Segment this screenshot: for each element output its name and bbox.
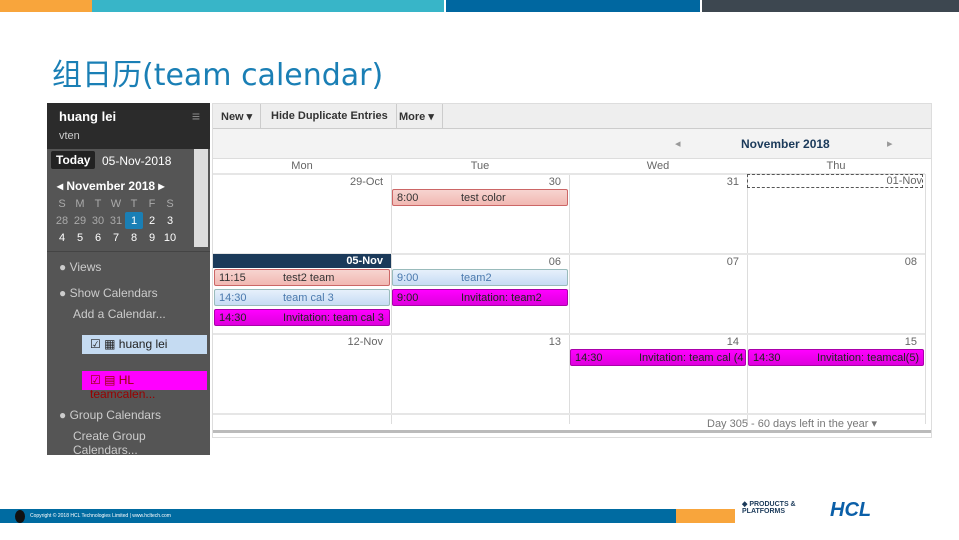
more-button[interactable]: More ▾ xyxy=(391,104,443,129)
day-header: Tue xyxy=(470,160,490,172)
month-nav: ◂ November 2018 ▸ xyxy=(213,129,931,159)
day-header: Wed xyxy=(646,160,670,172)
mini-day[interactable]: 8 xyxy=(125,229,143,246)
user-name: huang lei xyxy=(59,109,117,124)
toolbar: New ▾ Hide Duplicate Entries More ▾ xyxy=(213,104,931,129)
top-bar-orange xyxy=(0,0,92,12)
next-month-icon[interactable]: ▸ xyxy=(155,179,164,193)
date-label[interactable]: 29-Oct xyxy=(213,176,383,188)
today-button[interactable]: Today xyxy=(51,151,96,169)
top-bar-dark xyxy=(702,0,959,12)
prev-icon[interactable]: ◂ xyxy=(675,137,681,150)
event[interactable]: 14:30 team cal 3 xyxy=(214,289,390,306)
mini-day[interactable]: 2 xyxy=(143,212,161,229)
event[interactable]: 9:00 Invitation: team2 xyxy=(392,289,568,306)
views-label: Views xyxy=(69,260,102,274)
mini-day[interactable]: 5 xyxy=(71,229,89,246)
next-icon[interactable]: ▸ xyxy=(887,137,893,150)
calendar-view: New ▾ Hide Duplicate Entries More ▾ ◂ No… xyxy=(212,103,932,438)
mini-day[interactable]: 1 xyxy=(125,212,143,229)
day-header: Thu xyxy=(826,160,846,172)
mini-day[interactable]: 3 xyxy=(161,212,179,229)
mini-day[interactable]: 28 xyxy=(53,212,71,229)
weekday-label: T xyxy=(130,197,138,210)
date-label[interactable]: 30 xyxy=(391,176,561,188)
date-label[interactable]: 05-Nov xyxy=(213,255,383,267)
mini-calendar: S M T W T F S 28 29 30 31 1 2 3 4 5 6 7 8 9 10 xyxy=(53,195,179,246)
weekday-label: T xyxy=(94,197,102,210)
footer-text: Copyright © 2018 HCL Technologies Limite… xyxy=(30,513,171,519)
date-label[interactable]: 08 xyxy=(747,256,917,268)
date-label[interactable]: 31 xyxy=(569,176,739,188)
day-header: Mon xyxy=(291,160,313,172)
views-section[interactable]: ● Views xyxy=(59,260,101,274)
user-subtitle: vten xyxy=(59,130,80,142)
user-header: huang lei ≡ vten xyxy=(47,103,210,149)
footer-dot-icon xyxy=(15,510,25,523)
weekday-label: W xyxy=(110,197,122,210)
calendar-name: huang lei xyxy=(118,337,168,351)
today-date: 05-Nov-2018 xyxy=(102,154,172,168)
create-group-link[interactable]: Create Group Calendars... xyxy=(73,429,210,457)
show-calendars-label: Show Calendars xyxy=(69,286,158,300)
show-calendars-section[interactable]: ● Show Calendars xyxy=(59,286,158,300)
date-label[interactable]: 01-Nov xyxy=(747,174,923,188)
weekday-label: S xyxy=(166,197,174,210)
calendar-item-huang-lei[interactable]: ☑ ▦ huang lei xyxy=(82,335,207,354)
date-label[interactable]: 12-Nov xyxy=(213,336,383,348)
products-platforms-logo: ◆ PRODUCTS & PLATFORMS xyxy=(742,501,796,515)
mini-month: November xyxy=(66,179,126,193)
footer-orange xyxy=(676,509,735,523)
mini-day[interactable]: 30 xyxy=(89,212,107,229)
mini-day[interactable]: 9 xyxy=(143,229,161,246)
mini-year: 2018 xyxy=(128,179,156,193)
calendar-item-hl-team[interactable]: ☑ ▤ HL teamcalen... xyxy=(82,371,207,401)
mini-day[interactable]: 4 xyxy=(53,229,71,246)
mini-day[interactable]: 10 xyxy=(161,229,179,246)
mini-day[interactable]: 6 xyxy=(89,229,107,246)
group-calendars-label: Group Calendars xyxy=(69,408,161,422)
group-calendars-section[interactable]: ● Group Calendars xyxy=(59,408,161,422)
prev-month-icon[interactable]: ◂ xyxy=(57,179,66,193)
date-label[interactable]: 14 xyxy=(569,336,739,348)
menu-icon[interactable]: ≡ xyxy=(192,108,200,124)
event[interactable]: 8:00 test color xyxy=(392,189,568,206)
mini-day[interactable]: 31 xyxy=(107,212,125,229)
hide-duplicates-button[interactable]: Hide Duplicate Entries xyxy=(263,104,397,129)
date-label[interactable]: 06 xyxy=(391,256,561,268)
date-label[interactable]: 15 xyxy=(747,336,917,348)
status-text[interactable]: Day 305 - 60 days left in the year ▾ xyxy=(707,417,877,430)
calendar-name: HL teamcalen... xyxy=(90,373,156,401)
mini-day[interactable]: 7 xyxy=(107,229,125,246)
event[interactable]: 14:30 Invitation: team cal 3 xyxy=(214,309,390,326)
hcl-logo: HCL xyxy=(830,499,872,521)
date-label[interactable]: 07 xyxy=(569,256,739,268)
sidebar: huang lei ≡ vten Today 05-Nov-2018 ◂ Nov… xyxy=(47,103,210,457)
mini-day[interactable]: 29 xyxy=(71,212,89,229)
weekday-label: M xyxy=(75,197,85,210)
event[interactable]: 14:30 Invitation: team cal (4 xyxy=(570,349,746,366)
slide-title: 组日历(team calendar) xyxy=(52,58,384,93)
top-bar-blue xyxy=(446,0,700,12)
event[interactable]: 14:30 Invitation: teamcal(5) xyxy=(748,349,924,366)
weekday-label: S xyxy=(58,197,66,210)
new-button[interactable]: New ▾ xyxy=(213,104,262,129)
event[interactable]: 11:15 test2 team xyxy=(214,269,390,286)
footer-bar: Copyright © 2018 HCL Technologies Limite… xyxy=(0,509,676,523)
month-title: November 2018 xyxy=(741,137,830,151)
event[interactable]: 9:00 team2 xyxy=(392,269,568,286)
scrollbar[interactable] xyxy=(194,149,208,247)
add-calendar-link[interactable]: Add a Calendar... xyxy=(73,307,166,321)
top-bar-teal xyxy=(92,0,444,12)
date-label[interactable]: 13 xyxy=(391,336,561,348)
weekday-label: F xyxy=(148,197,156,210)
horizontal-scrollbar[interactable] xyxy=(213,430,931,433)
